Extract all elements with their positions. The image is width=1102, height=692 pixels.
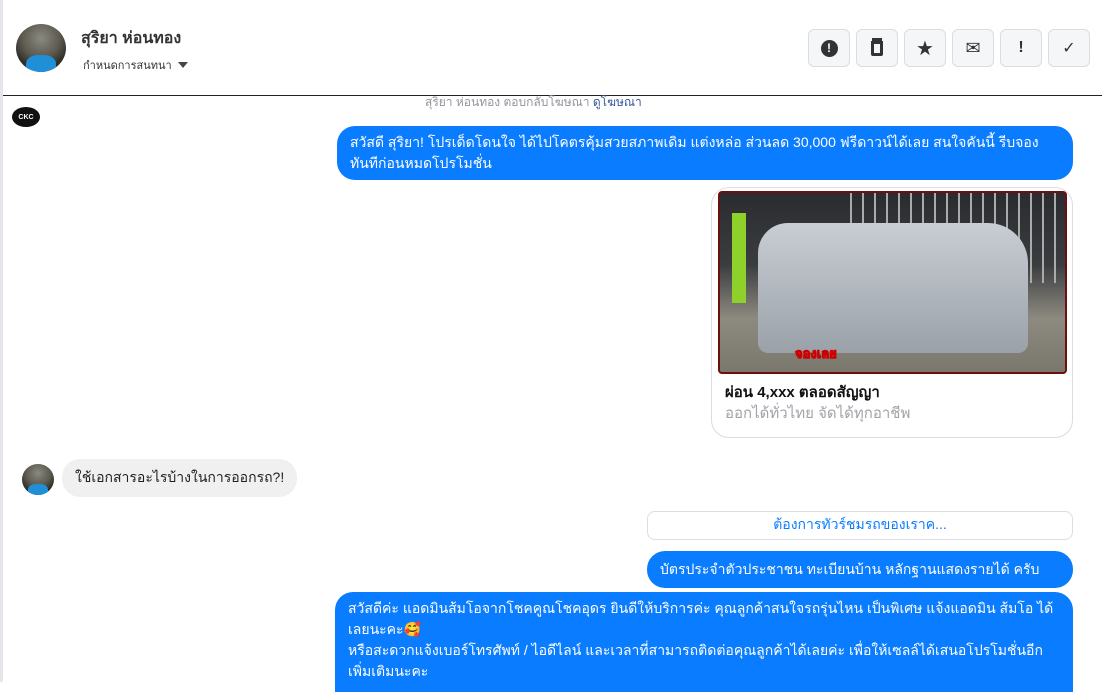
left-border [0, 0, 3, 682]
trash-icon [871, 40, 883, 56]
card-subtitle: ออกได้ทั่วไทย จัดได้ทุกอาชีพ [725, 405, 911, 422]
assign-conversation-dropdown[interactable]: กำหนดการสนทนา [83, 56, 188, 74]
quick-reply-button[interactable]: ต้องการทัวร์ชมรถของเราค... [647, 511, 1073, 540]
incoming-message: ใช้เอกสารอะไรบ้างในการออกรถ?! [62, 459, 298, 497]
message-line: หรือสะดวกแจ้งเบอร์โทรศัพท์ / ไอดีไลน์ แล… [348, 642, 1043, 679]
page-logo: CKC [12, 107, 40, 127]
mark-unread-button[interactable]: ✉ [952, 29, 994, 67]
car-image: จองเลย [718, 191, 1067, 374]
contact-avatar-small [22, 464, 54, 495]
alert-circle-icon: ! [820, 39, 838, 57]
check-icon: ✓ [1062, 40, 1076, 57]
ad-card[interactable]: จองเลย ผ่อน 4,xxx ตลอดสัญญา ออกได้ทั่วไท… [711, 187, 1073, 438]
header-actions: ! ★ ✉ ! ✓ [808, 29, 1090, 67]
view-ad-link[interactable]: ดูโฆษณา [593, 95, 642, 109]
message-line: สวัสดีค่ะ แอดมินส้มโอจากโชคคูณโชคอุดร ยิ… [348, 600, 1054, 637]
system-message-text: สุริยา ห่อนทอง ตอบกลับโฆษณา [425, 95, 593, 109]
delete-button[interactable] [856, 29, 898, 67]
contact-name[interactable]: สุริยา ห่อนทอง [81, 26, 181, 51]
outgoing-message: สวัสดี สุริยา! โปรเด็ดโดนใจ ได้ไปโคตรคุ้… [337, 126, 1073, 180]
contact-avatar[interactable] [16, 24, 66, 72]
follow-up-button[interactable]: ! [1000, 29, 1042, 67]
system-message: สุริยา ห่อนทอง ตอบกลับโฆษณา ดูโฆษณา [425, 93, 642, 112]
card-badge: จองเลย [795, 346, 838, 362]
caret-down-icon [177, 62, 188, 68]
exclamation-icon: ! [1018, 39, 1024, 56]
star-icon: ★ [916, 37, 934, 60]
mark-spam-button[interactable]: ! [808, 29, 850, 67]
envelope-icon: ✉ [965, 37, 981, 58]
assign-label: กำหนดการสนทนา [83, 60, 172, 72]
star-button[interactable]: ★ [904, 29, 946, 67]
outgoing-message: สวัสดีค่ะ แอดมินส้มโอจากโชคคูณโชคอุดร ยิ… [335, 592, 1073, 692]
mark-done-button[interactable]: ✓ [1048, 29, 1090, 67]
conversation-header: สุริยา ห่อนทอง กำหนดการสนทนา ! ★ ✉ ! ✓ [3, 0, 1102, 96]
outgoing-message: บัตรประจำตัวประชาชน ทะเบียนบ้าน หลักฐานแ… [647, 551, 1073, 588]
